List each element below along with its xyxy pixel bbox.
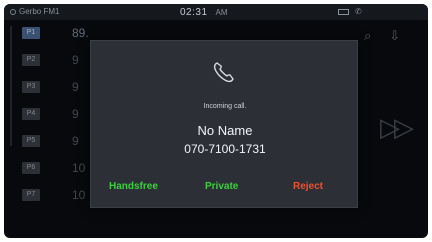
status-icons: ✆ [338, 7, 362, 16]
status-clock: 02:31 AM [180, 7, 228, 18]
caller-name: No Name [197, 123, 253, 138]
status-source-label: Gerbo FM1 [19, 7, 60, 16]
clock-time: 02:31 [180, 7, 208, 18]
clock-ampm: AM [215, 8, 228, 17]
battery-icon [338, 8, 349, 15]
handsfree-button[interactable]: Handsfree [109, 181, 158, 192]
caller-number: 070-7100-1731 [184, 142, 266, 156]
private-button[interactable]: Private [205, 181, 238, 192]
status-bar: Gerbo FM1 02:31 AM ✆ [4, 4, 428, 20]
reject-button[interactable]: Reject [293, 181, 323, 192]
head-unit-screen: Gerbo FM1 02:31 AM ✆ P1 89. P2 9 P3 9 P4… [4, 4, 428, 238]
incoming-call-dialog: Incoming call. No Name 070-7100-1731 Han… [90, 40, 358, 208]
call-actions: Handsfree Private Reject [91, 181, 359, 197]
incoming-call-message: Incoming call. [203, 103, 247, 110]
phone-status-icon: ✆ [355, 7, 362, 16]
phone-icon [213, 62, 234, 83]
status-source: Gerbo FM1 [10, 7, 59, 16]
source-icon [10, 8, 16, 15]
